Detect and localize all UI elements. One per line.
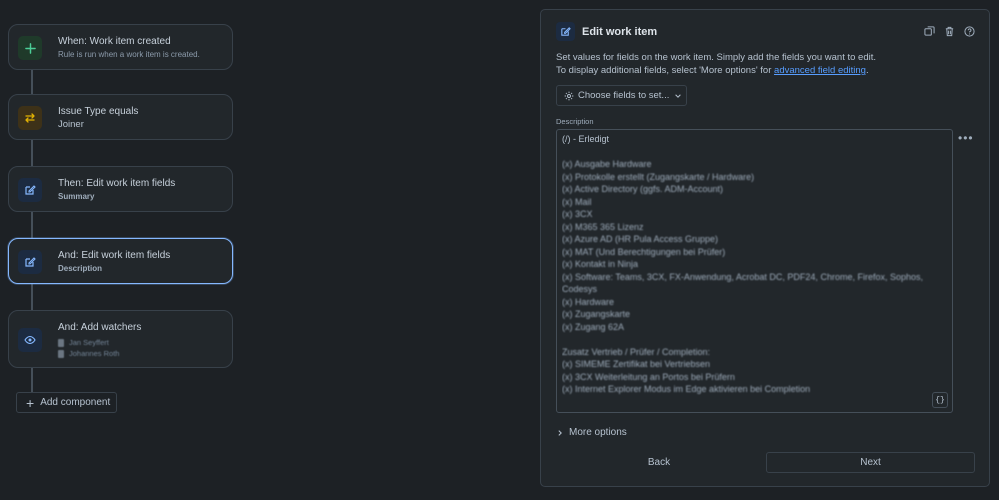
duplicate-icon[interactable] xyxy=(923,25,935,37)
description-text-line: Codesys xyxy=(562,283,947,296)
back-button[interactable]: Back xyxy=(556,452,762,473)
description-line-text: (x) 3CX Weiterleitung an Portos bei Prüf… xyxy=(562,371,735,382)
description-text-line: (x) 3CX xyxy=(562,208,947,221)
chevron-down-icon xyxy=(674,92,682,100)
add-component-button[interactable]: + Add component xyxy=(16,392,117,413)
description-line-text: (x) Zugang 62A xyxy=(562,321,625,332)
watcher-item: Johannes Roth xyxy=(58,348,141,359)
choose-fields-label: Choose fields to set... xyxy=(578,90,670,101)
node-title: Then: Edit work item fields xyxy=(58,178,176,189)
description-text: To display additional fields, select 'Mo… xyxy=(556,65,775,76)
flow-node-trigger[interactable]: When: Work item created Rule is run when… xyxy=(8,24,233,70)
node-subtitle: Joiner xyxy=(58,119,84,130)
description-line-text: (x) Protokolle erstellt (Zugangskarte / … xyxy=(562,171,755,182)
eye-icon xyxy=(18,328,42,352)
plus-icon: + xyxy=(26,394,35,411)
panel-description: Set values for fields on the work item. … xyxy=(556,51,976,77)
description-line-text: Zusatz Vertrieb / Prüfer / Completion: xyxy=(562,346,711,357)
description-text-line: (x) Protokolle erstellt (Zugangskarte / … xyxy=(562,171,947,184)
choose-fields-dropdown[interactable]: Choose fields to set... xyxy=(556,85,687,106)
smart-value-button[interactable]: {} xyxy=(932,392,948,408)
description-line-text: (x) Hardware xyxy=(562,296,615,307)
more-options-label: More options xyxy=(569,427,627,438)
flow-node-edit-description[interactable]: And: Edit work item fields Description xyxy=(8,238,233,284)
node-title: And: Add watchers xyxy=(58,322,142,333)
help-icon[interactable] xyxy=(963,25,975,37)
description-text-line: (x) Active Directory (ggfs. ADM-Account) xyxy=(562,183,947,196)
description-text-line xyxy=(562,333,947,346)
description-line-text: (x) Software: Teams, 3CX, FX-Anwendung, … xyxy=(562,271,923,282)
description-line-text: (x) MAT (Und Berechtigungen bei Prüfer) xyxy=(562,246,726,257)
description-text-line: (x) SIMEME Zertifikat bei Vertriebsen xyxy=(562,358,947,371)
chevron-right-icon xyxy=(556,429,564,437)
description-line-text: (x) SIMEME Zertifikat bei Vertriebsen xyxy=(562,359,711,369)
node-title: And: Edit work item fields xyxy=(58,250,171,261)
branch-arrows-icon xyxy=(18,106,42,130)
description-text-line xyxy=(562,146,947,159)
description-text-line: (x) Mail xyxy=(562,196,947,209)
description-text-line: (x) MAT (Und Berechtigungen bei Prüfer) xyxy=(562,246,947,259)
description-line-text: (x) Ausgabe Hardware xyxy=(562,159,652,169)
node-title: Issue Type equals xyxy=(58,106,139,117)
flow-node-edit-summary[interactable]: Then: Edit work item fields Summary xyxy=(8,166,233,212)
edit-work-item-panel: Edit work item Set values for fields on … xyxy=(540,9,990,487)
edit-icon xyxy=(18,250,42,274)
description-line-text: (x) Kontakt in Ninja xyxy=(562,259,639,269)
flow-node-add-watchers[interactable]: And: Add watchers Jan Seyffert Johannes … xyxy=(8,310,233,368)
next-button[interactable]: Next xyxy=(766,452,975,473)
description-text-line: (x) Software: Teams, 3CX, FX-Anwendung, … xyxy=(562,271,947,284)
panel-title: Edit work item xyxy=(582,25,658,38)
description-line-text: (/) - Erledigt xyxy=(562,134,610,144)
description-line-text: (x) 3CX xyxy=(562,209,593,219)
gear-icon xyxy=(564,91,574,101)
description-line-text: (x) Azure AD (HR Pula Access Gruppe) xyxy=(562,234,719,244)
watcher-name: Johannes Roth xyxy=(69,349,120,358)
description-text-line: (x) Azure AD (HR Pula Access Gruppe) xyxy=(562,233,947,246)
description-line: To display additional fields, select 'Mo… xyxy=(556,64,976,77)
description-text-line: (x) M365 365 Lizenz xyxy=(562,221,947,234)
description-text-line: (x) Hardware xyxy=(562,296,947,309)
more-options-toggle[interactable]: More options xyxy=(556,427,627,438)
add-component-label: Add component xyxy=(40,397,111,408)
description-text-line: (x) Internet Explorer Modus im Edge akti… xyxy=(562,383,947,396)
plus-icon xyxy=(18,36,42,60)
watcher-item: Jan Seyffert xyxy=(58,337,141,348)
edit-icon xyxy=(556,22,575,41)
description-text-line: (x) Kontakt in Ninja xyxy=(562,258,947,271)
description-text-line: (x) Zugang 62A xyxy=(562,321,947,334)
description-textarea[interactable]: (/) - Erledigt (x) Ausgabe Hardware (x) Pr… xyxy=(556,129,953,413)
more-actions-icon[interactable]: ••• xyxy=(958,131,974,145)
user-icon xyxy=(58,349,64,358)
description-text: . xyxy=(865,65,869,76)
user-icon xyxy=(58,338,64,347)
description-line-text: Codesys xyxy=(562,284,598,294)
description-text-line: (x) Ausgabe Hardware xyxy=(562,158,947,171)
watcher-name: Jan Seyffert xyxy=(69,338,109,347)
flow-node-condition[interactable]: Issue Type equals Joiner xyxy=(8,94,233,140)
delete-icon[interactable] xyxy=(943,25,955,37)
description-line-text: (x) M365 365 Lizenz xyxy=(562,221,644,232)
node-subtitle: Summary xyxy=(58,192,95,201)
description-line-text: (x) Active Directory (ggfs. ADM-Account) xyxy=(562,184,724,194)
node-subtitle: Rule is run when a work item is created. xyxy=(58,50,200,59)
node-subtitle: Description xyxy=(58,264,103,273)
description-text-line: (x) 3CX Weiterleitung an Portos bei Prüf… xyxy=(562,371,947,384)
node-title: When: Work item created xyxy=(58,36,171,47)
description-line-text: (x) Internet Explorer Modus im Edge akti… xyxy=(562,384,811,394)
edit-icon xyxy=(18,178,42,202)
description-text-line: Zusatz Vertrieb / Prüfer / Completion: xyxy=(562,346,947,359)
description-line-text: (x) Mail xyxy=(562,196,592,207)
description-line: Set values for fields on the work item. … xyxy=(556,52,876,63)
description-text-line: (/) - Erledigt xyxy=(562,133,947,146)
description-text-line: (x) Zugangskarte xyxy=(562,308,947,321)
advanced-field-editing-link[interactable]: advanced field editing xyxy=(774,65,866,76)
description-line-text: (x) Zugangskarte xyxy=(562,309,631,319)
description-field-label: Description xyxy=(556,117,594,126)
